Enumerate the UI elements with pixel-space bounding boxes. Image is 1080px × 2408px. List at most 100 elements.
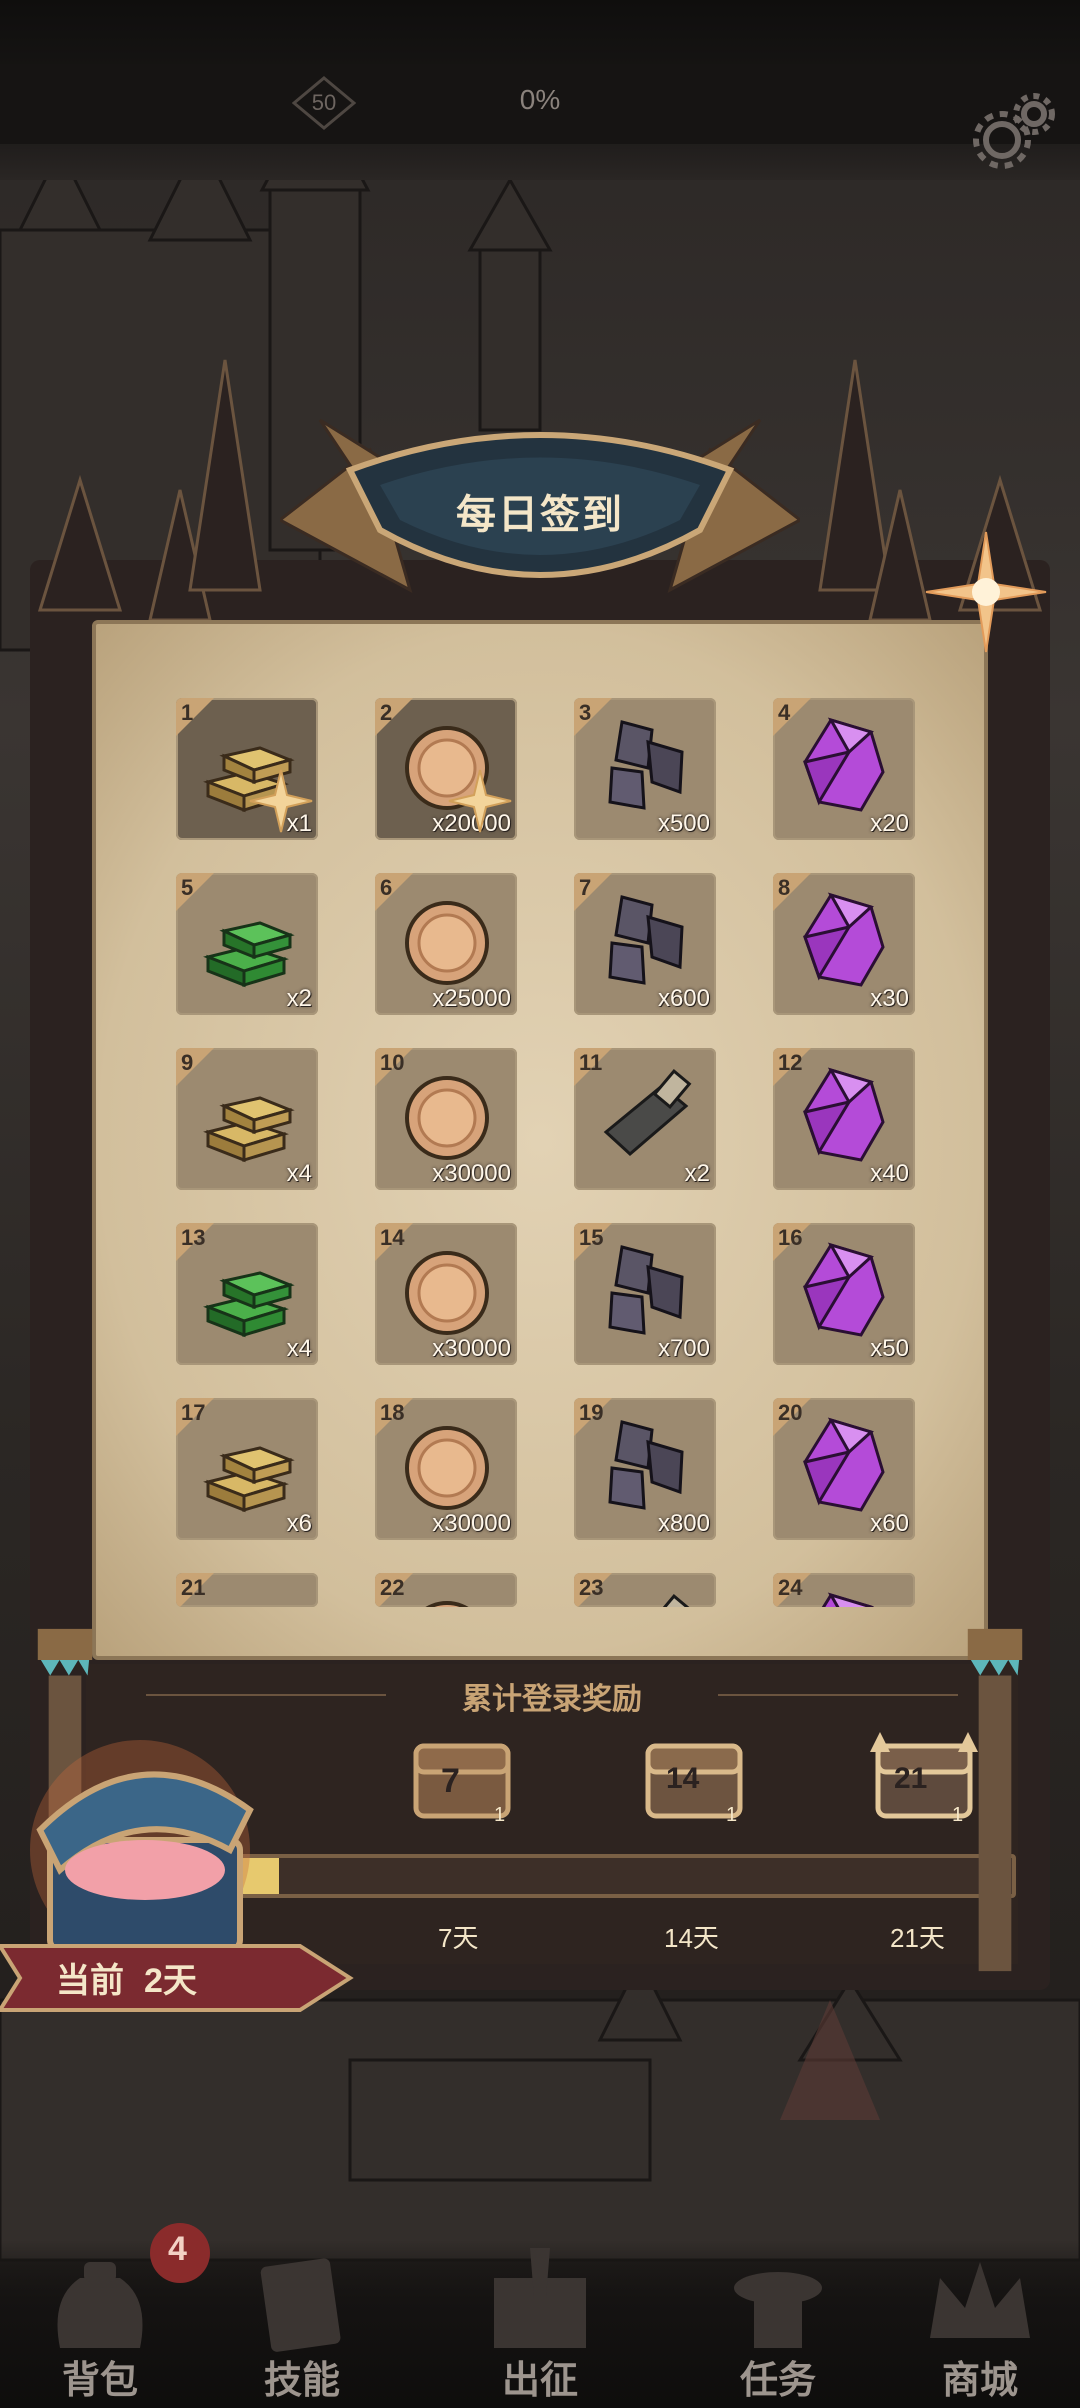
day-number: 20 — [778, 1400, 803, 1425]
scroll-icon — [592, 1587, 700, 1607]
level-value: 50 — [311, 90, 337, 115]
top-hud: 50 0% — [0, 0, 1080, 180]
day-number: 23 — [579, 1575, 604, 1600]
day-number: 19 — [579, 1400, 604, 1425]
day-number: 9 — [181, 1050, 194, 1075]
purple-crystal-icon — [791, 1587, 899, 1607]
cumulative-progress-bar — [236, 1854, 1016, 1898]
green-bar-icon — [194, 1587, 302, 1607]
green-bar-icon — [194, 887, 302, 995]
day-number: 5 — [181, 875, 194, 900]
green-bar-icon — [194, 1237, 302, 1345]
day-number: 11 — [579, 1050, 603, 1075]
settings-gear-icon[interactable] — [972, 86, 1060, 174]
reward-day-14[interactable]: 14 x30000 — [375, 1223, 517, 1365]
nav-expedition[interactable]: 出征 — [470, 2248, 610, 2408]
day-number: 8 — [778, 875, 791, 900]
nav-skill[interactable]: 技能 — [232, 2248, 372, 2408]
dark-ore-icon — [592, 1412, 700, 1520]
nav-quest[interactable]: 任务 — [708, 2248, 848, 2408]
quest-scroll-icon — [734, 2272, 822, 2348]
big-treasure-chest-icon[interactable] — [20, 1720, 270, 1960]
reward-day-22[interactable]: 22 — [375, 1573, 517, 1607]
shop-crown-icon — [930, 2262, 1030, 2338]
skill-card-icon — [260, 2258, 341, 2352]
reward-quantity: x30000 — [432, 1160, 511, 1187]
reward-day-23[interactable]: 23 — [574, 1573, 716, 1607]
copper-coin-icon — [393, 1412, 501, 1520]
reward-day-2[interactable]: 2 x20000 — [375, 698, 517, 840]
reward-day-16[interactable]: 16 x50 — [773, 1223, 915, 1365]
reward-day-17[interactable]: 17 x6 — [176, 1398, 318, 1540]
day-number: 18 — [380, 1400, 405, 1425]
reward-day-15[interactable]: 15 x700 — [574, 1223, 716, 1365]
expedition-map-icon — [494, 2248, 586, 2348]
reward-day-11[interactable]: 11 x2 — [574, 1048, 716, 1190]
reward-day-8[interactable]: 8 x30 — [773, 873, 915, 1015]
milestone-label: 14天 — [664, 1923, 719, 1953]
reward-day-3[interactable]: 3 x500 — [574, 698, 716, 840]
reward-day-6[interactable]: 6 x25000 — [375, 873, 517, 1015]
day-number: 24 — [778, 1575, 803, 1600]
reward-day-9[interactable]: 9 x4 — [176, 1048, 318, 1190]
reward-day-24[interactable]: 24 — [773, 1573, 915, 1607]
purple-crystal-icon — [791, 887, 899, 995]
level-badge: 50 — [292, 76, 356, 130]
reward-day-5[interactable]: 5 x2 — [176, 873, 318, 1015]
gold-bar-icon — [194, 1062, 302, 1170]
milestone-label: 7天 — [438, 1923, 479, 1953]
milestone-label: 21天 — [890, 1923, 945, 1953]
scroll-icon — [592, 1062, 700, 1170]
day-number: 12 — [778, 1050, 803, 1075]
day-number: 16 — [778, 1225, 803, 1250]
reward-day-12[interactable]: 12 x40 — [773, 1048, 915, 1190]
day-number: 6 — [380, 875, 393, 900]
purple-crystal-icon — [791, 1412, 899, 1520]
reward-quantity: x30000 — [432, 1510, 511, 1537]
copper-coin-icon — [393, 887, 501, 995]
reward-day-21[interactable]: 21 — [176, 1573, 318, 1607]
day-number: 14 — [380, 1225, 405, 1250]
reward-quantity: x60 — [870, 1510, 909, 1537]
badge-count: 4 — [168, 2230, 187, 2268]
reward-quantity: x2 — [286, 985, 312, 1012]
day-number: 21 — [181, 1575, 206, 1600]
cumulative-title: 累计登录奖励 — [462, 1683, 642, 1716]
day-number: 7 — [579, 875, 592, 900]
reward-day-20[interactable]: 20 x60 — [773, 1398, 915, 1540]
reward-day-19[interactable]: 19 x800 — [574, 1398, 716, 1540]
copper-coin-icon — [393, 1587, 501, 1607]
day-number: 10 — [380, 1050, 405, 1075]
daily-reward-grid: 1 x1 2 x20000 3 x500 4 x20 5 x2 6 x25000 7 x600 8 x30 9 x… — [176, 698, 915, 1607]
nav-label: 出征 — [501, 2360, 578, 2402]
reward-day-10[interactable]: 10 x30000 — [375, 1048, 517, 1190]
dark-ore-icon — [592, 1237, 700, 1345]
reward-quantity: x700 — [657, 1335, 710, 1362]
close-button[interactable] — [916, 522, 1056, 662]
reward-quantity: x25000 — [432, 985, 511, 1012]
milestone-count: 1 — [494, 1804, 506, 1826]
claimed-star-icon — [246, 766, 316, 836]
nav-label: 商城 — [941, 2360, 1018, 2402]
current-value: 2天 — [144, 1962, 197, 2000]
nav-shop[interactable]: 商城 — [910, 2248, 1050, 2408]
reward-day-4[interactable]: 4 x20 — [773, 698, 915, 840]
purple-crystal-icon — [791, 1062, 899, 1170]
purple-crystal-icon — [791, 1237, 899, 1345]
day-number: 2 — [380, 700, 393, 725]
reward-quantity: x2 — [684, 1160, 710, 1187]
nav-label: 背包 — [61, 2360, 138, 2402]
day-number: 22 — [380, 1575, 405, 1600]
panel-title: 每日签到 — [456, 493, 624, 537]
reward-quantity: x6 — [286, 1510, 312, 1537]
dark-ore-icon — [592, 712, 700, 820]
right-pillar — [967, 1628, 1023, 1972]
reward-day-7[interactable]: 7 x600 — [574, 873, 716, 1015]
reward-day-13[interactable]: 13 x4 — [176, 1223, 318, 1365]
day-number: 15 — [579, 1225, 604, 1250]
day-number: 3 — [579, 700, 592, 725]
current-label: 当前 — [56, 1962, 124, 2000]
reward-day-18[interactable]: 18 x30000 — [375, 1398, 517, 1540]
claimed-star-icon — [445, 766, 515, 836]
reward-day-1[interactable]: 1 x1 — [176, 698, 318, 840]
